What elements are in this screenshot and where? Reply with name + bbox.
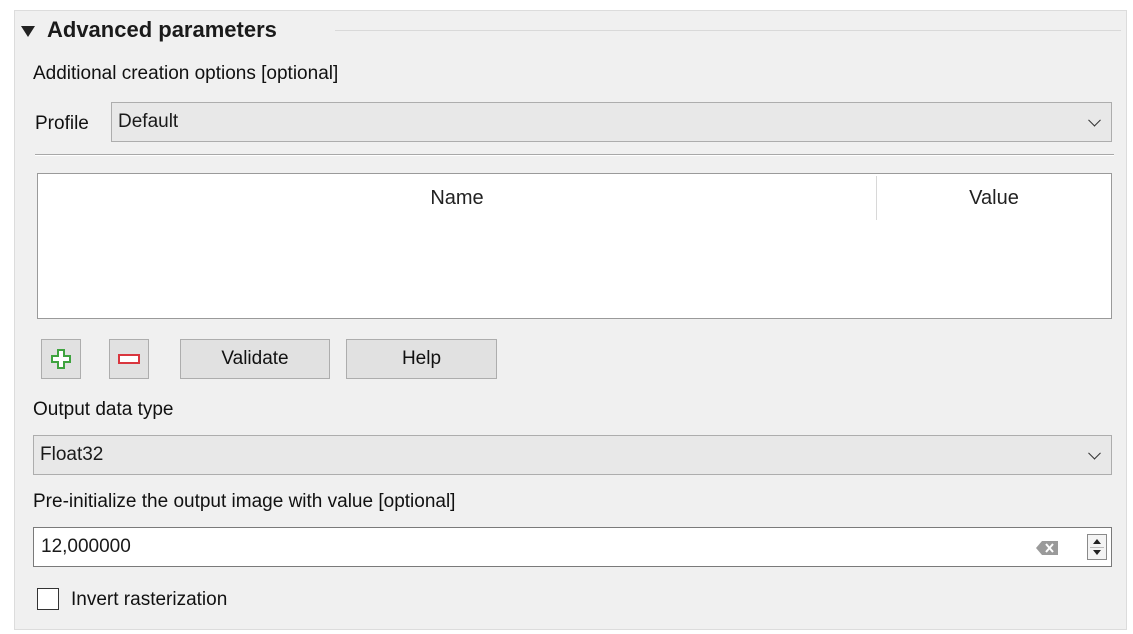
preinit-value-input[interactable]: 12,000000 [33, 527, 1112, 567]
validate-button[interactable]: Validate [180, 339, 330, 379]
spin-down-icon[interactable] [1093, 550, 1101, 555]
advanced-parameters-panel: Advanced parameters Additional creation … [14, 10, 1127, 630]
invert-rasterization-label: Invert rasterization [71, 589, 228, 610]
plus-icon [51, 349, 71, 369]
creation-options-table[interactable]: Name Value [37, 173, 1112, 319]
clear-input-icon[interactable] [1035, 540, 1059, 556]
separator-highlight [35, 155, 1114, 156]
chevron-down-icon [1088, 113, 1101, 127]
output-data-type-value: Float32 [40, 444, 104, 465]
table-header-name[interactable]: Name [38, 174, 876, 222]
remove-option-button[interactable] [109, 339, 149, 379]
minus-icon [118, 354, 140, 364]
help-button[interactable]: Help [346, 339, 497, 379]
output-data-type-label: Output data type [33, 399, 174, 420]
output-data-type-dropdown[interactable]: Float32 [33, 435, 1112, 475]
add-option-button[interactable] [41, 339, 81, 379]
table-header-value[interactable]: Value [877, 174, 1111, 222]
profile-dropdown[interactable]: Default [111, 102, 1112, 142]
section-header-rule [335, 30, 1121, 31]
section-title: Advanced parameters [47, 17, 277, 42]
spin-up-icon[interactable] [1093, 539, 1101, 544]
advanced-parameters-toggle[interactable]: Advanced parameters [21, 17, 287, 43]
invert-rasterization-checkbox[interactable] [37, 588, 59, 610]
value-spinner[interactable] [1087, 534, 1107, 560]
creation-options-label: Additional creation options [optional] [33, 63, 339, 84]
chevron-down-icon [1088, 446, 1101, 460]
collapse-triangle-icon[interactable] [21, 25, 35, 37]
preinit-value: 12,000000 [41, 536, 131, 557]
profile-dropdown-value: Default [118, 111, 179, 132]
profile-label: Profile [35, 113, 89, 134]
preinit-label: Pre-initialize the output image with val… [33, 491, 456, 512]
